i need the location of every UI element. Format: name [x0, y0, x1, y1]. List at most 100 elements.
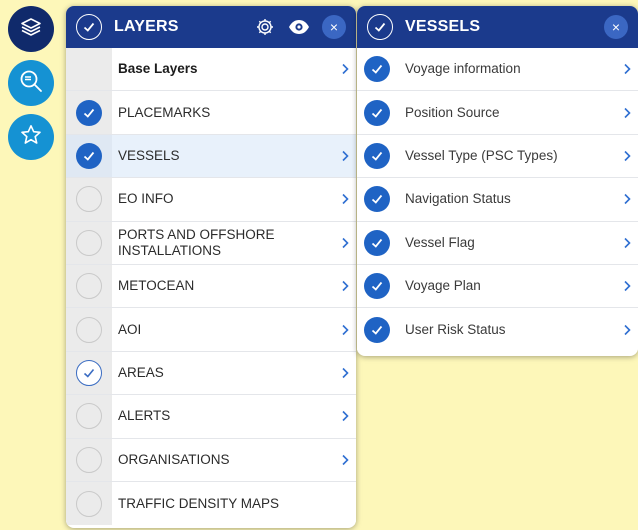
vessel-row-user-risk-status[interactable]: User Risk Status	[357, 308, 638, 352]
layer-row-aoi[interactable]: AOI	[66, 308, 356, 352]
vessels-list: Voyage information Position Source Vesse…	[357, 48, 638, 352]
layer-checkbox-cell	[66, 264, 112, 308]
close-icon: ×	[611, 19, 621, 35]
layer-row-traffic-density[interactable]: TRAFFIC DENSITY MAPS	[66, 481, 356, 526]
layer-label: AOI	[118, 321, 142, 337]
vessel-checkbox-checked[interactable]	[364, 229, 390, 256]
checkmark-icon	[371, 282, 383, 291]
vessel-row-position-source[interactable]: Position Source	[357, 91, 638, 135]
vessel-checkbox-checked[interactable]	[364, 273, 390, 300]
layer-label: PORTS AND OFFSHORE INSTALLATIONS	[118, 226, 275, 258]
layers-panel-header: LAYERS ×	[66, 6, 356, 48]
chevron-right-icon	[616, 280, 638, 292]
checkmark-icon	[371, 238, 383, 248]
vessels-select-all-checkbox[interactable]	[367, 14, 393, 40]
vessel-row-navigation-status[interactable]: Navigation Status	[357, 178, 638, 222]
search-button[interactable]	[8, 60, 54, 106]
layer-checkbox-checked[interactable]	[76, 142, 102, 169]
search-icon	[18, 68, 44, 99]
layers-list: Base Layers PLACEMARKS VESSELS EO INFO P…	[66, 48, 356, 526]
layer-row-areas[interactable]: AREAS	[66, 351, 356, 396]
layer-checkbox-unchecked[interactable]	[76, 186, 102, 213]
layer-label: PLACEMARKS	[118, 104, 211, 120]
chevron-right-icon	[616, 324, 638, 336]
checkmark-icon	[371, 65, 383, 74]
layer-row-alerts[interactable]: ALERTS	[66, 395, 356, 439]
layers-close-button[interactable]: ×	[322, 15, 346, 39]
layer-checkbox-cell	[66, 134, 112, 178]
vessel-checkbox-checked[interactable]	[364, 186, 390, 213]
checkmark-icon	[83, 151, 95, 161]
vessels-panel: VESSELS × Voyage information Position So	[357, 6, 638, 356]
layer-row-vessels[interactable]: VESSELS	[66, 134, 356, 179]
vessel-option-label: Voyage information	[405, 61, 521, 77]
settings-icon[interactable]	[252, 14, 278, 40]
vessels-panel-title: VESSELS	[405, 18, 481, 35]
chevron-right-icon	[334, 324, 356, 336]
vessel-checkbox-checked[interactable]	[364, 317, 390, 344]
chevron-right-icon	[616, 150, 638, 162]
checkmark-icon	[371, 108, 383, 118]
layer-row-ports-offshore[interactable]: PORTS AND OFFSHORE INSTALLATIONS	[66, 221, 356, 265]
chevron-right-icon	[616, 237, 638, 249]
checkmark-icon	[371, 325, 383, 335]
layer-checkbox-unchecked[interactable]	[76, 403, 102, 430]
vessel-option-label: Vessel Type (PSC Types)	[405, 147, 558, 163]
vessel-checkbox-checked[interactable]	[364, 99, 390, 126]
layer-label: METOCEAN	[118, 278, 195, 294]
eye-icon[interactable]	[286, 14, 312, 40]
layer-label: EO INFO	[118, 191, 174, 207]
layer-checkbox-cell	[66, 91, 112, 134]
vessel-row-voyage-plan[interactable]: Voyage Plan	[357, 264, 638, 309]
layer-checkbox-cell	[66, 221, 112, 264]
vessel-row-vessel-flag[interactable]: Vessel Flag	[357, 221, 638, 265]
layer-checkbox-cell	[66, 351, 112, 395]
layer-checkbox-unchecked[interactable]	[76, 273, 102, 300]
layer-label: TRAFFIC DENSITY MAPS	[118, 495, 280, 511]
layer-label: Base Layers	[118, 61, 198, 77]
chevron-right-icon	[334, 150, 356, 162]
layer-row-metocean[interactable]: METOCEAN	[66, 264, 356, 309]
checkmark-icon	[83, 22, 95, 32]
chevron-right-icon	[616, 193, 638, 205]
checkmark-icon	[83, 108, 95, 118]
layer-checkbox-cell	[66, 395, 112, 438]
layer-checkbox-unchecked[interactable]	[76, 229, 102, 256]
layer-row-eo-info[interactable]: EO INFO	[66, 178, 356, 222]
layer-checkbox-checked[interactable]	[76, 99, 102, 126]
vessel-checkbox-checked[interactable]	[364, 56, 390, 83]
layer-label: AREAS	[118, 364, 164, 380]
layers-select-all-checkbox[interactable]	[76, 14, 102, 40]
layer-checkbox-placeholder	[66, 48, 112, 91]
chevron-right-icon	[334, 454, 356, 466]
layer-checkbox-cell	[66, 481, 112, 526]
layer-checkbox-unchecked[interactable]	[76, 490, 102, 517]
checkmark-icon	[371, 195, 383, 205]
checkmark-icon	[83, 368, 95, 378]
vessel-option-label: Voyage Plan	[405, 278, 481, 294]
star-icon	[19, 123, 43, 152]
vessel-row-vessel-type[interactable]: Vessel Type (PSC Types)	[357, 134, 638, 179]
layers-toggle-button[interactable]	[8, 6, 54, 52]
layer-checkbox-unchecked[interactable]	[76, 316, 102, 343]
layer-label: VESSELS	[118, 147, 180, 163]
layer-checkbox-partial[interactable]	[76, 359, 102, 386]
layer-row-placemarks[interactable]: PLACEMARKS	[66, 91, 356, 135]
checkmark-icon	[371, 151, 383, 161]
layer-row-base-layers[interactable]: Base Layers	[66, 48, 356, 92]
layer-checkbox-cell	[66, 438, 112, 481]
chevron-right-icon	[616, 107, 638, 119]
layer-checkbox-cell	[66, 178, 112, 221]
chevron-right-icon	[334, 367, 356, 379]
vessels-close-button[interactable]: ×	[604, 15, 628, 39]
vessel-checkbox-checked[interactable]	[364, 142, 390, 169]
close-icon: ×	[329, 19, 339, 35]
chevron-right-icon	[616, 63, 638, 75]
vessel-row-voyage-information[interactable]: Voyage information	[357, 48, 638, 92]
vessel-option-label: Position Source	[405, 104, 500, 120]
layer-row-organisations[interactable]: ORGANISATIONS	[66, 438, 356, 482]
vessel-option-label: User Risk Status	[405, 322, 506, 338]
favorites-button[interactable]	[8, 114, 54, 160]
layer-checkbox-unchecked[interactable]	[76, 446, 102, 473]
vessels-panel-header: VESSELS ×	[357, 6, 638, 48]
